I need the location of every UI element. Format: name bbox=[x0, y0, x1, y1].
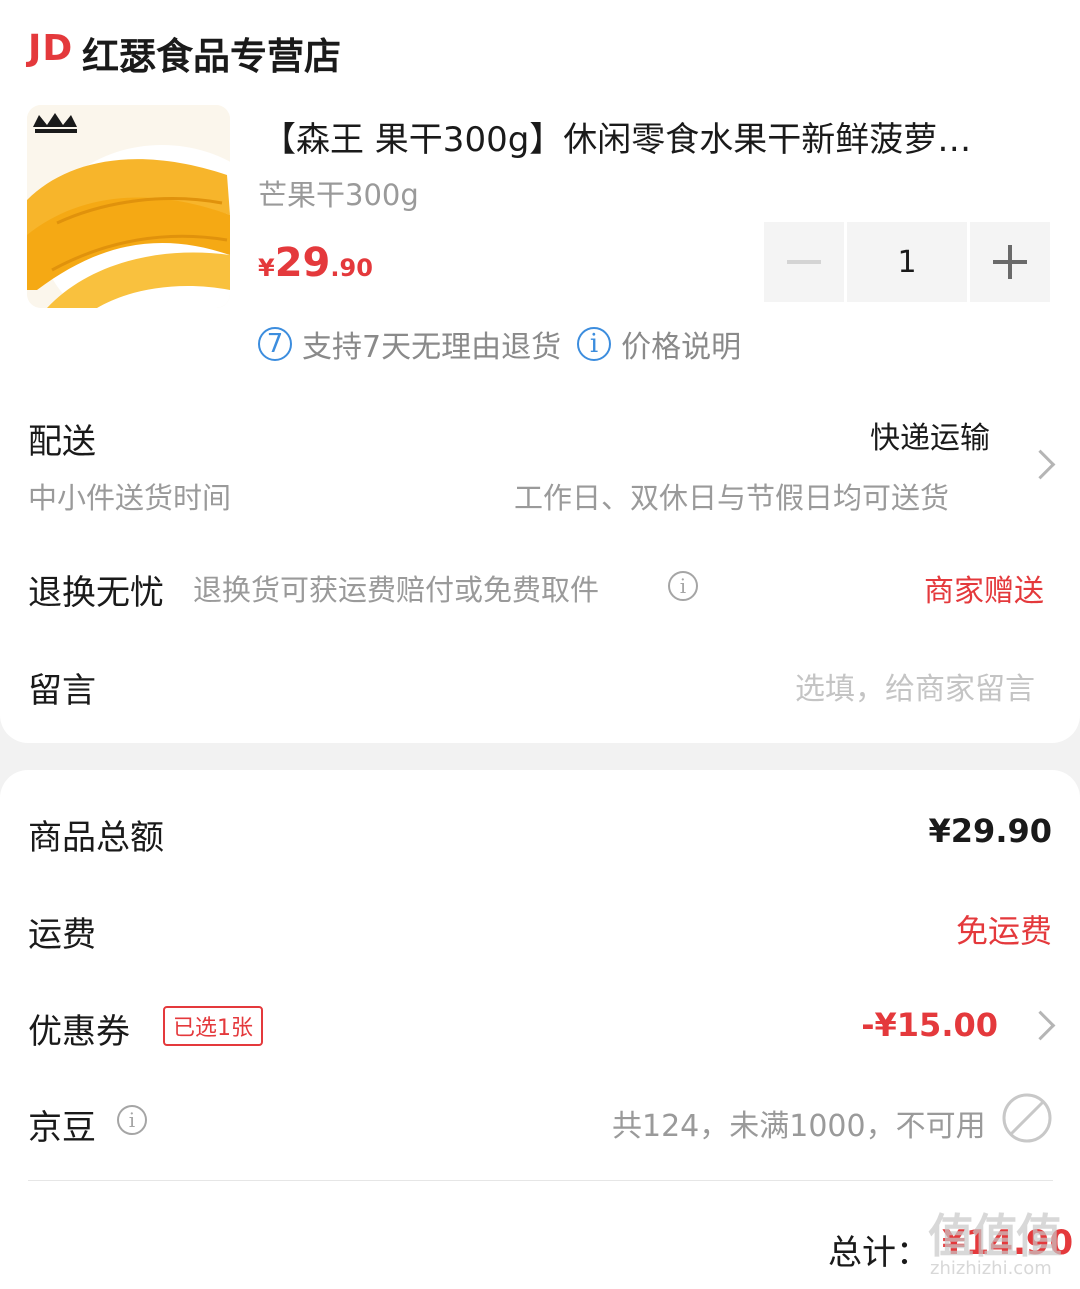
seven-day-return-text[interactable]: 支持7天无理由退货 bbox=[302, 322, 561, 366]
price-info-icon: i bbox=[577, 327, 612, 361]
return-worry-value: 商家赠送 bbox=[924, 574, 1044, 609]
watermark: 值值值 bbox=[928, 1209, 1062, 1263]
disabled-toggle-icon[interactable] bbox=[1001, 1092, 1053, 1144]
quantity-input[interactable]: 1 bbox=[847, 222, 967, 302]
product-price: ¥29.90 bbox=[258, 240, 373, 286]
jingdou-label: 京豆 bbox=[28, 1108, 96, 1148]
coupon-label: 优惠券 bbox=[28, 1012, 130, 1052]
delivery-method: 快递运输 bbox=[870, 421, 990, 456]
coupon-value: -¥15.00 bbox=[861, 1006, 998, 1044]
jingdou-value: 共124，未满1000，不可用 bbox=[612, 1109, 986, 1144]
divider bbox=[28, 1180, 1053, 1181]
delivery-label: 配送 bbox=[28, 422, 96, 462]
coupon-selected-tag: 已选1张 bbox=[163, 1006, 263, 1046]
plus-icon bbox=[993, 245, 1027, 279]
shipping-value: 免运费 bbox=[955, 912, 1052, 950]
shop-name[interactable]: 红瑟食品专营店 bbox=[82, 26, 341, 80]
delivery-time-label: 中小件送货时间 bbox=[28, 481, 232, 515]
seven-day-return-icon: 7 bbox=[258, 327, 292, 361]
goods-total-value: ¥29.90 bbox=[928, 812, 1052, 850]
watermark-url: zhizhizhi.com bbox=[930, 1258, 1052, 1279]
info-icon[interactable]: i bbox=[668, 571, 698, 601]
service-badges: 7 支持7天无理由退货 i 价格说明 bbox=[258, 322, 741, 366]
message-input[interactable]: 选填，给商家留言 bbox=[795, 664, 1035, 708]
price-explain-link[interactable]: 价格说明 bbox=[621, 322, 741, 366]
increase-button[interactable] bbox=[970, 222, 1050, 302]
chevron-right-icon bbox=[1025, 449, 1056, 480]
return-worry-desc: 退换货可获运费赔付或免费取件 bbox=[193, 573, 600, 607]
return-worry-label: 退换无忧 bbox=[28, 573, 164, 613]
quantity-stepper: 1 bbox=[764, 222, 1053, 302]
goods-total-label: 商品总额 bbox=[28, 818, 164, 858]
minus-icon bbox=[787, 260, 821, 264]
product-title[interactable]: 【森王 果干300g】休闲零食水果干新鲜菠萝… bbox=[262, 112, 1032, 161]
message-label: 留言 bbox=[28, 671, 96, 711]
jd-logo: JD bbox=[28, 28, 74, 69]
mango-slices-image bbox=[27, 105, 230, 308]
jingdou-info-icon[interactable]: i bbox=[117, 1105, 147, 1135]
total-label: 总计： bbox=[828, 1233, 930, 1273]
product-image[interactable] bbox=[27, 105, 230, 308]
chevron-right-icon bbox=[1025, 1010, 1056, 1041]
shipping-label: 运费 bbox=[28, 915, 96, 955]
product-spec: 芒果干300g bbox=[258, 178, 419, 212]
decrease-button[interactable] bbox=[764, 222, 844, 302]
order-item-card: JD 红瑟食品专营店 【森王 果干300g】休闲零食水果干新鲜菠萝… 芒果干30… bbox=[0, 0, 1080, 743]
delivery-time-value: 工作日、双休日与节假日均可送货 bbox=[514, 481, 950, 515]
price-summary-card: 商品总额 ¥29.90 运费 免运费 优惠券 已选1张 -¥15.00 京豆 i… bbox=[0, 770, 1080, 1289]
